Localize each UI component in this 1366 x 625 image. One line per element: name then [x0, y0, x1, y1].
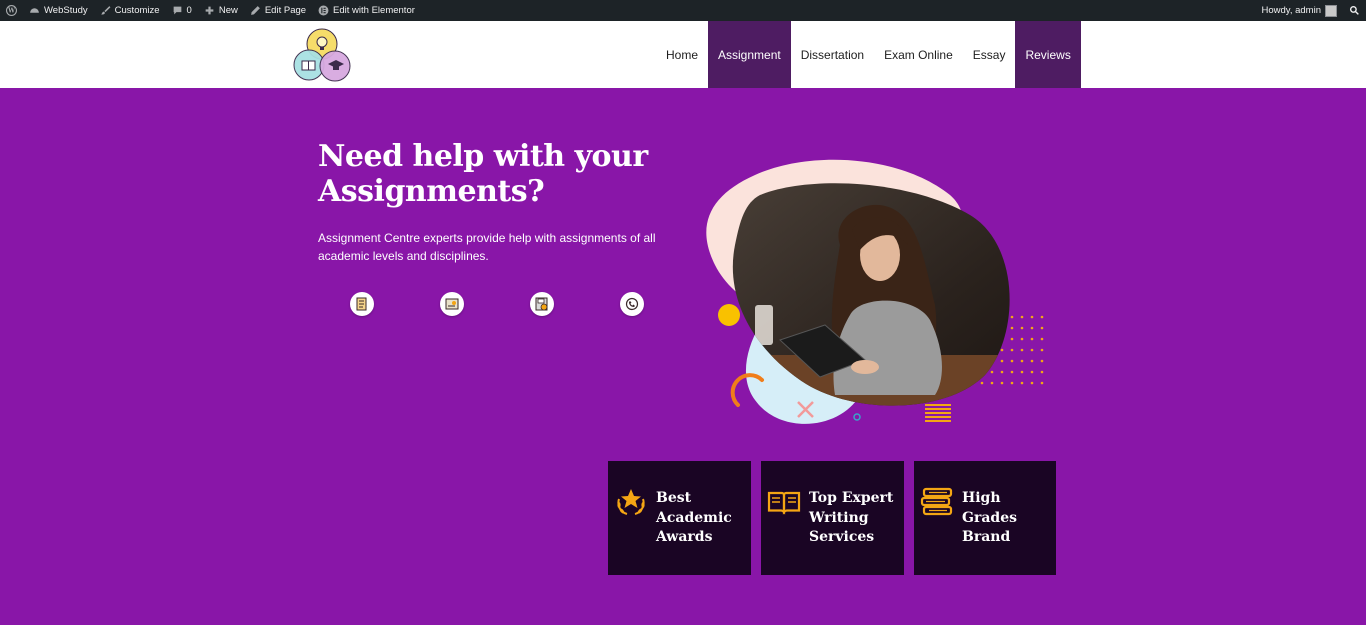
comments-count: 0 — [186, 5, 192, 16]
search-icon — [1349, 5, 1359, 15]
nav-dissertation[interactable]: Dissertation — [791, 21, 874, 88]
comments-link[interactable]: 0 — [166, 0, 198, 21]
book-stack-icon — [920, 487, 953, 516]
hero-illustration — [706, 159, 1044, 424]
nav-essay[interactable]: Essay — [963, 21, 1016, 88]
admin-search-button[interactable] — [1343, 0, 1366, 21]
card-title: High Grades Brand — [962, 490, 1017, 545]
plus-icon — [205, 6, 214, 15]
open-book-icon — [767, 491, 801, 515]
checklist-icon — [350, 292, 374, 316]
nav-exam-online[interactable]: Exam Online — [874, 21, 963, 88]
feature-icons-row — [350, 292, 644, 316]
svg-text:W: W — [7, 8, 15, 15]
wordpress-logo-button[interactable]: W — [0, 0, 23, 21]
site-name-label: WebStudy — [44, 5, 88, 16]
card-top-expert-writing: Top Expert Writing Services — [761, 461, 904, 575]
nav-assignment[interactable]: Assignment — [708, 21, 791, 88]
phone-support-icon — [620, 292, 644, 316]
nav-home[interactable]: Home — [656, 21, 708, 88]
card-title: Top Expert Writing Services — [809, 490, 894, 545]
edit-elementor-label: Edit with Elementor — [333, 5, 415, 16]
site-logo[interactable] — [292, 26, 354, 84]
elementor-icon — [318, 5, 329, 16]
edit-page-link[interactable]: Edit Page — [244, 0, 312, 21]
howdy-label: Howdy, admin — [1261, 5, 1322, 16]
main-nav: Home Assignment Dissertation Exam Online… — [656, 21, 1081, 88]
wordpress-icon: W — [6, 5, 17, 16]
site-header: Home Assignment Dissertation Exam Online… — [0, 21, 1366, 88]
card-high-grades-brand: High Grades Brand — [914, 461, 1056, 575]
wp-admin-bar: W WebStudy Customize 0 New Edit Page Edi… — [0, 0, 1366, 21]
card-best-academic-awards: Best Academic Awards — [608, 461, 751, 575]
my-account-link[interactable]: Howdy, admin — [1256, 0, 1344, 21]
avatar — [1325, 4, 1337, 17]
brush-icon — [100, 6, 111, 15]
highlights-cards: Best Academic Awards Top Expert Writing … — [608, 461, 1056, 575]
site-name-link[interactable]: WebStudy — [23, 0, 94, 21]
edit-elementor-link[interactable]: Edit with Elementor — [312, 0, 421, 21]
laurel-star-icon — [617, 489, 645, 515]
customize-link[interactable]: Customize — [94, 0, 166, 21]
hero-description: Assignment Centre experts provide help w… — [318, 231, 656, 263]
customize-label: Customize — [114, 5, 160, 16]
certificate-icon — [440, 292, 464, 316]
comment-icon — [173, 6, 181, 15]
card-title: Best Academic Awards — [656, 490, 732, 545]
dashboard-icon — [30, 8, 39, 13]
new-label: New — [218, 5, 238, 16]
edit-page-label: Edit Page — [264, 5, 307, 16]
pencil-icon — [250, 6, 260, 15]
new-content-link[interactable]: New — [198, 0, 244, 21]
hero-title: Need help with your Assignments? — [318, 139, 648, 209]
nav-reviews[interactable]: Reviews — [1015, 21, 1081, 88]
floppy-check-icon — [530, 292, 554, 316]
